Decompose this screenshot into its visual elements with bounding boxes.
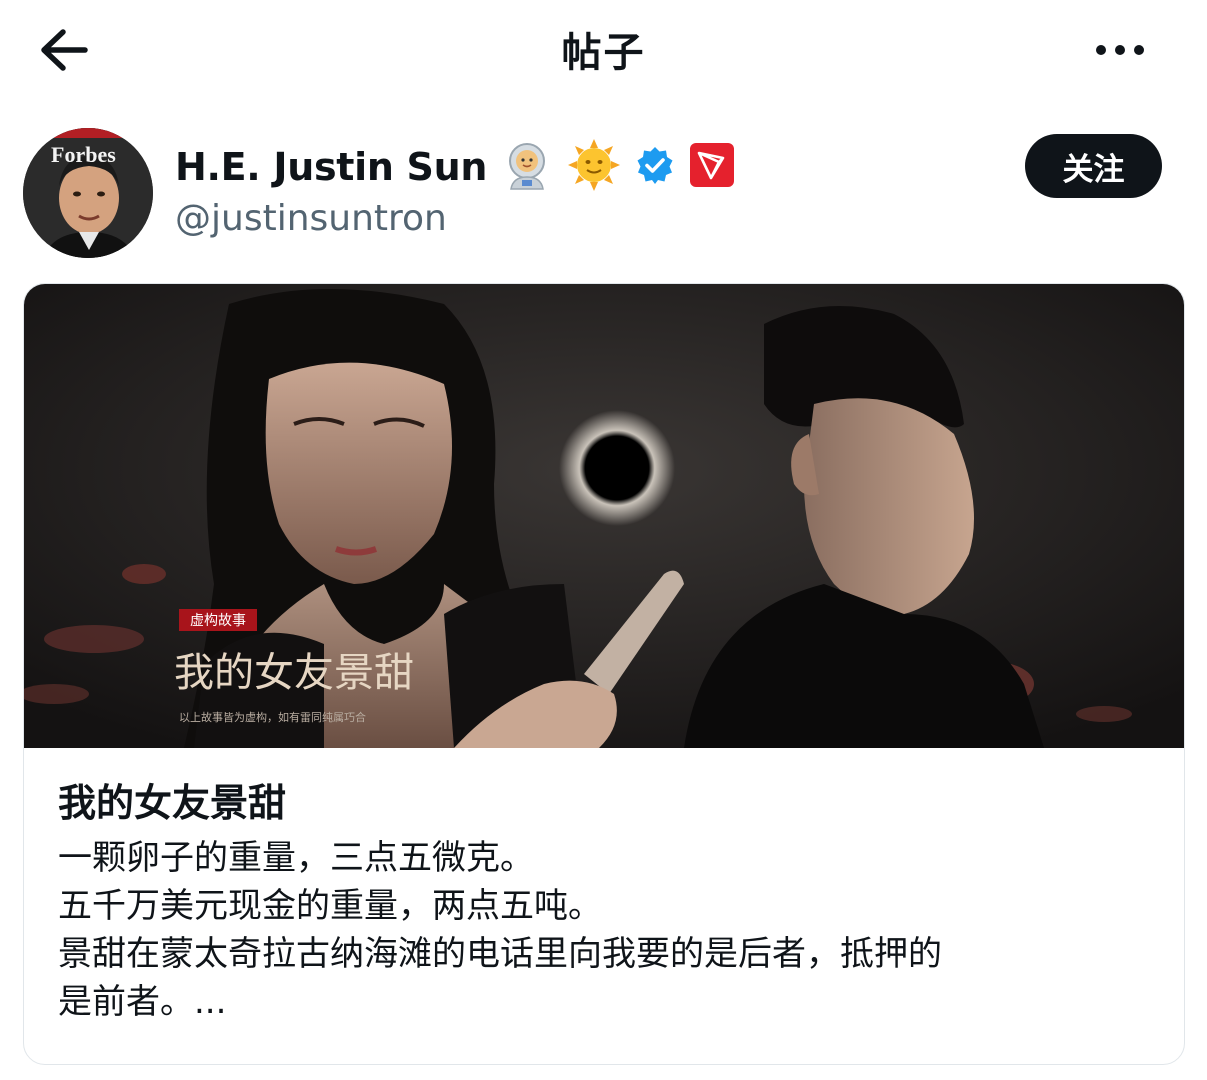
card-line: 一颗卵子的重量，三点五微克。 (58, 838, 534, 878)
card-description: 一颗卵子的重量，三点五微克。 五千万美元现金的重量，两点五吨。 景甜在蒙太奇拉古… (58, 834, 1148, 1026)
sun-face-emoji-icon (567, 138, 621, 196)
top-bar: 帖子 (0, 0, 1207, 100)
poster-disclaimer: 以上故事皆为虚构，如有雷同纯属巧合 (179, 710, 366, 724)
verified-badge-icon (635, 145, 675, 189)
author-name[interactable]: H.E. Justin Sun (175, 145, 487, 189)
avatar[interactable]: Forbes (23, 128, 153, 258)
astronaut-emoji-icon (501, 139, 553, 195)
link-card[interactable]: 虚构故事 我的女友景甜 以上故事皆为虚构，如有雷同纯属巧合 我的女友景甜 一颗卵… (23, 283, 1185, 1065)
card-image: 虚构故事 我的女友景甜 以上故事皆为虚构，如有雷同纯属巧合 (24, 284, 1184, 748)
poster-title: 我的女友景甜 (174, 650, 414, 696)
poster-tag: 虚构故事 (190, 613, 246, 629)
follow-button[interactable]: 关注 (1025, 134, 1162, 198)
author-handle[interactable]: @justinsuntron (175, 198, 447, 239)
page-title: 帖子 (561, 30, 646, 76)
card-line: 景甜在蒙太奇拉古纳海滩的电话里向我要的是后者，抵押的 (58, 934, 942, 974)
more-horizontal-icon (1096, 45, 1106, 55)
more-button[interactable] (1088, 24, 1152, 76)
avatar-image: Forbes (23, 128, 153, 258)
author-name-row: H.E. Justin Sun (175, 138, 735, 196)
card-line: 是前者。... (58, 982, 227, 1022)
card-line: 五千万美元现金的重量，两点五吨。 (58, 886, 602, 926)
tron-logo-icon (689, 142, 735, 192)
card-title: 我的女友景甜 (58, 781, 287, 825)
avatar-forbes-label: Forbes (51, 142, 116, 167)
